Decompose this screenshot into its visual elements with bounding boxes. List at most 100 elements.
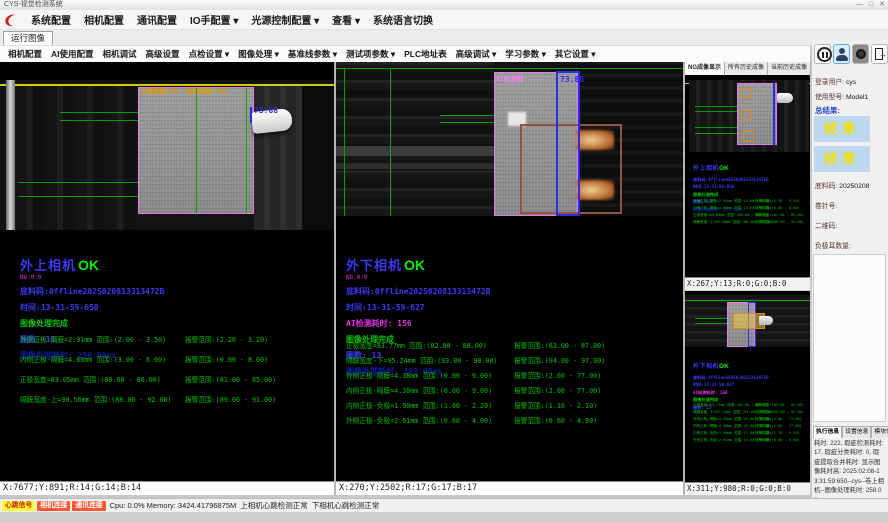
machine-bar xyxy=(336,146,494,156)
user-icon xyxy=(839,48,845,54)
log-tab[interactable]: 执行信息 xyxy=(813,426,842,438)
material-code-text: 底料码:0ffline2025020813313472B xyxy=(693,375,769,381)
history-thumbnail-upper[interactable]: 外上相机OK 底料码:0ffline2025020813313472B 时间:1… xyxy=(685,75,810,290)
tab-run-image[interactable]: 运行图像 xyxy=(3,31,53,46)
background-texture xyxy=(336,62,494,216)
maximize-icon[interactable]: □ xyxy=(869,0,873,10)
measurement-row: 内侧正极-隔膜=4.60mm 范围:(3.00 - 6.00) 报警范围:(0.… xyxy=(693,206,808,213)
menu-item[interactable]: 系统语言切换 xyxy=(373,12,433,27)
upper-camera-image-view[interactable]: 上限阈值:93, 检出阈值:100 73.88 xyxy=(0,80,334,230)
close-icon[interactable]: ✕ xyxy=(879,0,885,10)
measurement-name: 外侧正极-隔膜=2.91mm 范围:(2.00 - 3.50) xyxy=(20,334,166,344)
camera-name: 外下相机 xyxy=(693,364,719,370)
status-badge: 通讯连接 xyxy=(72,501,105,511)
login-user-value: cys xyxy=(846,79,856,86)
measurement-name: 正极宽度=83.05mm 范围:(80.00 - 86.00) xyxy=(20,374,161,384)
toolbar-item[interactable]: PLC地址表 xyxy=(404,48,447,60)
material-code-text: 底料码:0ffline2025020813313472B xyxy=(693,177,769,183)
upper-cursor-readout: X:7677;Y:891;R:14;G:14;B:14 xyxy=(0,481,334,495)
menu-item[interactable]: 光源控制配置 ▾ xyxy=(251,12,319,27)
camera-name: 外下相机 xyxy=(346,258,402,273)
measurement-row: 隔膜宽度-上=90.56mm 范围:(88.00 - 92.00) 报警范围:(… xyxy=(693,220,808,227)
thumb-measurements: 正极宽度=83.77mm 范围:(82.00 - 88.00) 报警范围:(83… xyxy=(693,403,808,445)
log-tab[interactable]: 设置信息 xyxy=(842,426,871,438)
measurement-name: 正极宽度=83.77mm 范围:(82.00 - 88.00) xyxy=(346,340,487,350)
annotation-box xyxy=(743,131,754,141)
process-status-text: 图像处理完成 xyxy=(20,318,164,329)
toolbar-item[interactable]: 其它设置 ▾ xyxy=(555,48,596,60)
toolbar-item[interactable]: 基准线参数 ▾ xyxy=(288,48,337,60)
menu-item[interactable]: 相机配置 xyxy=(84,12,124,27)
status-badges: 心跳信号相机连接通讯连接 xyxy=(2,501,106,511)
time-text: 时间:13-31-59-650 xyxy=(693,184,769,190)
minimize-icon[interactable]: — xyxy=(856,0,863,10)
measurement-row: 隔膜宽度-下=95.24mm 范围:(93.00 - 98.00) 报警范围:(… xyxy=(693,410,808,417)
lower-cursor-readout: X:270;Y:2502;R:17;G:17;B:17 xyxy=(336,481,683,495)
measurement-alarm-range: 报警范围:(94.00 - 97.00) xyxy=(514,355,605,365)
log-tab[interactable]: 模块信息 xyxy=(871,426,888,438)
warm-reflection xyxy=(576,130,614,150)
measure-line-vertical xyxy=(344,68,345,216)
history-tab[interactable]: 所有历史成像 xyxy=(725,62,768,75)
pin-number-row: 卷针号: xyxy=(815,200,837,210)
history-tab[interactable]: NG成像显示 xyxy=(685,62,725,75)
menu-item[interactable]: 系统配置 xyxy=(31,12,71,27)
toolbar-item[interactable]: AI使用配置 xyxy=(51,48,94,60)
material-code-text: 底料码:0ffline2025020813313472B xyxy=(346,286,490,297)
toolbar-item[interactable]: 测试项参数 ▾ xyxy=(346,48,395,60)
ai-time-text: AI检测耗时: 156 xyxy=(693,390,769,396)
measurement-alarm-range: 报警范围:(81.00 - 85.00) xyxy=(185,374,276,384)
measurement-alarm-range: 报警范围:(0.00 - 8.00) xyxy=(185,354,268,364)
tab-connector-blob xyxy=(759,316,773,325)
pause-button[interactable] xyxy=(814,44,831,64)
material-code-row: 底料码: 20250208 xyxy=(815,180,869,190)
window-bottom-edge xyxy=(0,512,888,522)
toolbar-item[interactable]: 高级设置 xyxy=(146,48,180,60)
ai-box-label: AI检测框 xyxy=(496,73,523,83)
measurement-row: 外侧正极-隔膜=4.38mm 范围:(0.00 - 9.00) 报警范围:(2.… xyxy=(346,370,656,385)
total-result-label: 总结果: xyxy=(815,105,840,116)
machine-edge-band xyxy=(6,80,15,230)
menu-item[interactable]: 查看 ▾ xyxy=(332,12,360,27)
measure-line-vertical xyxy=(196,88,197,213)
result-list-box xyxy=(813,254,886,422)
toolbar-item[interactable]: 高级调试 ▾ xyxy=(456,48,497,60)
material-code-value: 20250208 xyxy=(839,183,869,190)
toolbar-item[interactable]: 学习参数 ▾ xyxy=(505,48,546,60)
user-button[interactable] xyxy=(833,44,850,64)
main-area: 上限阈值:93, 检出阈值:100 73.88 外上相机OK NG:0:0 底料… xyxy=(0,62,810,495)
measurement-name: 外侧正极-负极=2.61mm 范围:(0.60 - 4.00) xyxy=(346,415,492,425)
measurement-alarm-range: 报警范围:(83.00 - 87.00) xyxy=(755,403,804,408)
device-button[interactable] xyxy=(852,44,869,64)
camera-panel-upper: 上限阈值:93, 检出阈值:100 73.88 外上相机OK NG:0:0 底料… xyxy=(0,62,334,495)
history-thumbnail-lower[interactable]: 外下相机OK 底料码:0ffline2025020813313472B 时间:1… xyxy=(685,291,810,495)
status-bar: 心跳信号相机连接通讯连接 Cpu: 0.0% Memory: 3424.4179… xyxy=(0,498,888,512)
view-tab-strip: 运行图像 xyxy=(0,30,888,45)
menu-item[interactable]: IO手配置 ▾ xyxy=(190,12,238,27)
measurement-alarm-range: 报警范围:(0.60 - 4.00) xyxy=(755,438,800,443)
menu-bar: 系统配置相机配置通讯配置 IO手配置 ▾ 光源控制配置 ▾ 查看 ▾ 系统语言切换 xyxy=(0,10,888,30)
camera-name: 外上相机 xyxy=(20,258,76,273)
title-bar: CYS-视觉检测系统 — □ ✕ xyxy=(0,0,888,10)
time-text: 时间:13-31-59-650 xyxy=(20,302,164,313)
time-text: 时间:13-31-59-627 xyxy=(346,302,490,313)
toolbar-item[interactable]: 相机配置 xyxy=(8,48,42,60)
result-box-lower: 结果 xyxy=(814,146,870,172)
thumb-measurements: 外侧正极-隔膜=2.91mm 范围:(2.00 - 3.50) 报警范围:(2.… xyxy=(693,199,808,227)
history-column: NG成像显示所有历史成像当前历史成像 外上相机OK xyxy=(685,62,810,495)
toolbar-items: 相机配置 AI使用配置相机调试高级设置点检设置 ▾ 图像处理 ▾ 基准线参数 ▾ 测试项… xyxy=(8,48,596,60)
measurement-alarm-range: 报警范围:(2.20 - 3.20) xyxy=(755,199,800,204)
window-controls: — □ ✕ xyxy=(856,0,885,10)
camera-name: 外上相机 xyxy=(693,166,719,172)
toolbar-item[interactable]: 相机调试 xyxy=(103,48,137,60)
toolbar-item[interactable]: 点检设置 ▾ xyxy=(189,48,230,60)
menu-item[interactable]: 通讯配置 xyxy=(137,12,177,27)
lower-camera-image-view[interactable]: AI检测框 73.80 xyxy=(336,62,683,216)
exit-button[interactable]: → xyxy=(871,44,888,64)
measurement-row: 内侧正极-隔膜=4.38mm 范围:(0.00 - 9.00) 报警范围:(2.… xyxy=(693,424,808,431)
toolbar-item[interactable]: 图像处理 ▾ xyxy=(238,48,279,60)
result-box-upper: 结果 xyxy=(814,116,870,142)
model-value: Model1 xyxy=(846,94,868,101)
measurement-alarm-range: 报警范围:(89.00 - 91.00) xyxy=(185,394,276,404)
history-tab[interactable]: 当前历史成像 xyxy=(768,62,811,75)
